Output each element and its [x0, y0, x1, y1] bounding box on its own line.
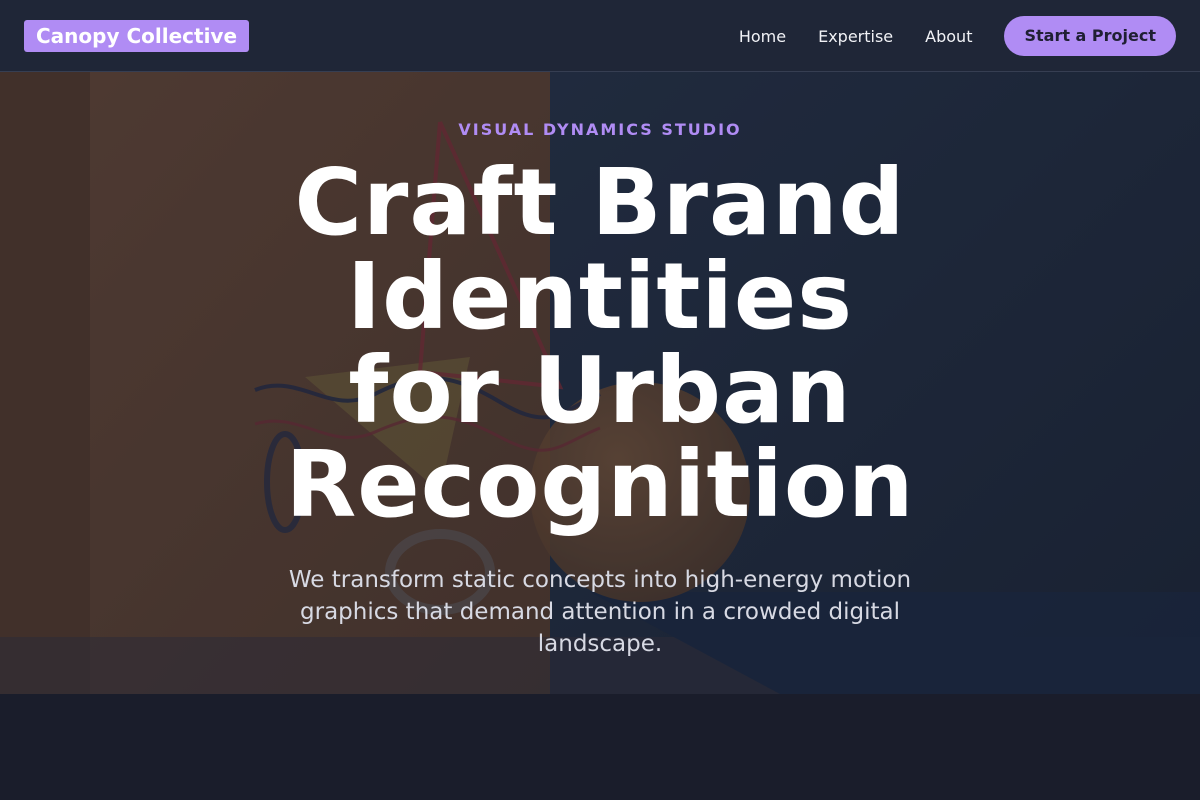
logo[interactable]: Canopy Collective [24, 20, 250, 52]
hero-section: VISUAL DYNAMICS STUDIO Craft Brand Ident… [0, 72, 1200, 694]
headline-line-2: Identities [346, 243, 854, 350]
headline-line-1: Craft Brand [294, 149, 906, 256]
hero-headline: Craft Brand Identities for Urban Recogni… [200, 156, 1000, 532]
hero-subtext: We transform static concepts into high-e… [288, 567, 912, 657]
headline-line-3: for Urban [348, 337, 852, 444]
hero-eyebrow: VISUAL DYNAMICS STUDIO [458, 120, 742, 139]
site-header: Canopy Collective Home Expertise About S… [0, 0, 1200, 72]
headline-line-4: Recognition [285, 431, 915, 538]
hero-content: VISUAL DYNAMICS STUDIO Craft Brand Ident… [0, 72, 1200, 694]
nav-link-about[interactable]: About [925, 27, 972, 46]
start-project-button[interactable]: Start a Project [1004, 16, 1176, 56]
below-hero-section [0, 694, 1200, 800]
nav-link-expertise[interactable]: Expertise [818, 27, 893, 46]
nav-link-home[interactable]: Home [739, 27, 786, 46]
page: Canopy Collective Home Expertise About S… [0, 0, 1200, 800]
main-nav: Home Expertise About Start a Project [739, 16, 1176, 56]
